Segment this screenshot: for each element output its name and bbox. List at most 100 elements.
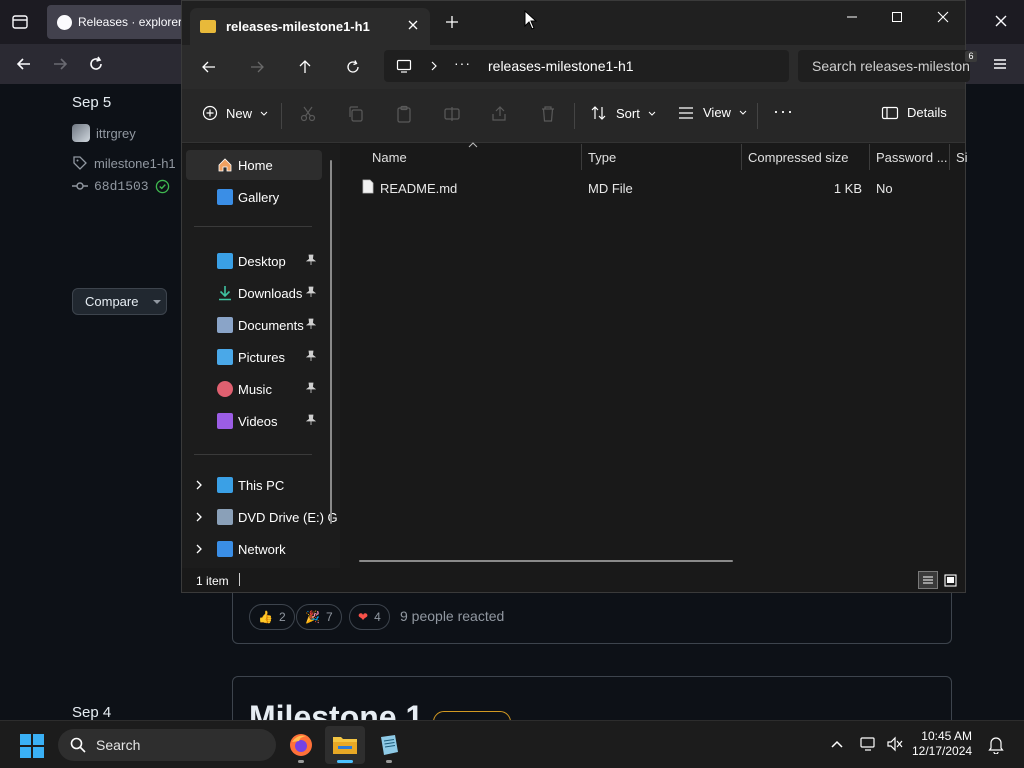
nav-item-documents[interactable]: Documents	[186, 310, 322, 340]
nav-label: Music	[238, 382, 272, 397]
expand-chevron-icon[interactable]	[194, 511, 204, 523]
file-list: Name Type Compressed size Password ... S…	[341, 142, 968, 568]
view-button[interactable]: View	[677, 105, 747, 120]
expand-chevron-icon[interactable]	[194, 543, 204, 555]
table-row[interactable]: README.md MD File 1 KB No	[341, 174, 965, 200]
browser-menu-icon[interactable]	[988, 52, 1012, 76]
column-header-type[interactable]: Type	[588, 150, 616, 165]
chevron-down-icon	[739, 110, 747, 115]
forward-button[interactable]	[244, 55, 270, 79]
release-tag[interactable]: milestone1-h1	[72, 155, 176, 171]
sort-button[interactable]: Sort	[590, 105, 656, 121]
pin-icon[interactable]	[306, 350, 316, 362]
copy-button[interactable]	[347, 105, 365, 123]
browser-back-icon[interactable]	[12, 52, 36, 76]
show-hidden-icons-chevron-icon[interactable]	[829, 737, 845, 751]
nav-label: Home	[238, 158, 273, 173]
reaction-thumbs-up[interactable]: 👍 2	[249, 604, 295, 630]
new-label: New	[226, 105, 253, 121]
explorer-tab[interactable]: releases-milestone1-h1	[190, 8, 430, 45]
pin-icon[interactable]	[306, 414, 316, 426]
search-input[interactable]: Search releases-milestone1-h1	[798, 50, 970, 82]
nav-item-gallery[interactable]: Gallery	[186, 182, 322, 212]
share-button[interactable]	[491, 105, 509, 123]
nav-item-network[interactable]: Network	[186, 534, 322, 564]
tab-overview-icon[interactable]	[10, 12, 30, 32]
nav-label: This PC	[238, 478, 285, 493]
browser-close-icon[interactable]	[992, 12, 1010, 30]
back-button[interactable]	[196, 55, 222, 79]
column-header-size[interactable]: Si	[956, 150, 968, 165]
compare-button[interactable]: Compare	[72, 288, 167, 315]
nav-item-music[interactable]: Music	[186, 374, 322, 404]
column-header-compressed-size[interactable]: Compressed size	[748, 150, 848, 165]
cut-button[interactable]	[299, 105, 317, 123]
breadcrumb-chevron-icon[interactable]	[429, 60, 439, 72]
search-icon	[70, 737, 86, 753]
column-divider[interactable]	[581, 144, 582, 170]
rename-button[interactable]	[443, 105, 461, 123]
reaction-tada[interactable]: 🎉 7	[296, 604, 342, 630]
address-path[interactable]: ··· releases-milestone1-h1	[384, 50, 789, 82]
taskbar-file-explorer[interactable]	[325, 726, 365, 764]
column-divider[interactable]	[869, 144, 870, 170]
details-button[interactable]: Details	[881, 105, 947, 120]
new-button[interactable]: New	[202, 105, 268, 121]
navigation-scrollbar[interactable]	[330, 160, 332, 524]
release-commit[interactable]: 68d1503	[72, 178, 170, 194]
delete-button[interactable]	[539, 105, 557, 123]
sort-label: Sort	[616, 105, 640, 121]
tiles-view-toggle[interactable]	[942, 572, 958, 588]
expand-chevron-icon[interactable]	[194, 479, 204, 491]
nav-item-dvd-drive[interactable]: DVD Drive (E:) G	[186, 502, 338, 532]
column-header-password[interactable]: Password ...	[876, 150, 948, 165]
minimize-button[interactable]	[829, 1, 875, 33]
details-pane-icon	[881, 106, 899, 119]
paste-button[interactable]	[395, 105, 413, 123]
file-compressed-size: 1 KB	[833, 181, 862, 196]
browser-reload-icon[interactable]	[84, 52, 108, 76]
breadcrumb-overflow-icon[interactable]: ···	[454, 55, 471, 71]
pin-icon[interactable]	[306, 382, 316, 394]
nav-item-videos[interactable]: Videos	[186, 406, 322, 436]
reaction-heart[interactable]: ❤ 4	[349, 604, 390, 630]
taskbar-clock[interactable]: 10:45 AM 12/17/2024	[912, 729, 972, 759]
nav-item-downloads[interactable]: Downloads	[186, 278, 322, 308]
more-options-icon[interactable]: ···	[773, 101, 794, 122]
monitor-icon[interactable]	[396, 58, 412, 74]
volume-muted-icon[interactable]	[886, 736, 904, 752]
release-author[interactable]: ittrgrey	[72, 124, 136, 142]
refresh-button[interactable]	[340, 55, 366, 79]
pin-icon[interactable]	[306, 254, 316, 266]
pin-icon[interactable]	[306, 286, 316, 298]
column-divider[interactable]	[949, 144, 950, 170]
close-button[interactable]	[920, 1, 966, 33]
nav-label: Desktop	[238, 254, 286, 269]
nav-item-this-pc[interactable]: This PC	[186, 470, 322, 500]
home-icon	[217, 157, 233, 173]
maximize-button[interactable]	[874, 1, 920, 33]
notification-bell-icon[interactable]	[988, 736, 1004, 754]
author-name: ittrgrey	[96, 125, 136, 141]
nav-item-home[interactable]: Home	[186, 150, 322, 180]
taskbar-search[interactable]: Search	[58, 729, 276, 761]
refresh-icon	[347, 60, 359, 73]
taskbar-firefox[interactable]	[281, 726, 321, 764]
new-tab-icon[interactable]	[444, 14, 460, 30]
tab-close-icon[interactable]	[406, 18, 420, 32]
column-header-name[interactable]: Name	[372, 150, 407, 165]
sort-up-indicator-icon	[468, 142, 478, 148]
pin-icon[interactable]	[306, 318, 316, 330]
nav-item-desktop[interactable]: Desktop	[186, 246, 322, 276]
column-divider[interactable]	[741, 144, 742, 170]
browser-forward-icon[interactable]	[48, 52, 72, 76]
horizontal-scrollbar[interactable]	[359, 560, 733, 562]
browser-tab-releases[interactable]: Releases · explorer7-	[47, 5, 187, 39]
network-status-icon[interactable]	[860, 736, 878, 752]
nav-item-pictures[interactable]: Pictures	[186, 342, 322, 372]
details-view-toggle[interactable]	[918, 571, 938, 589]
taskbar-app-notepad[interactable]	[369, 726, 409, 764]
start-button[interactable]	[20, 734, 44, 758]
up-button[interactable]	[292, 55, 318, 79]
breadcrumb-current[interactable]: releases-milestone1-h1	[488, 58, 634, 74]
